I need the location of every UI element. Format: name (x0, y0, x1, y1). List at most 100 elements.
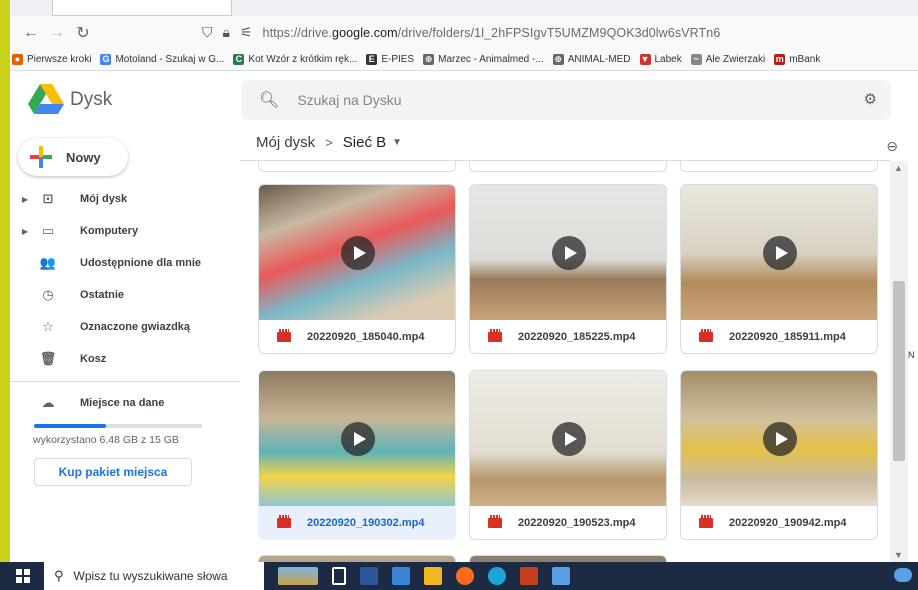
file-card[interactable]: 20220920_190302.mp4 (258, 370, 456, 540)
bookmark-item[interactable]: E E-PIES (366, 54, 414, 65)
video-file-icon (488, 515, 502, 528)
video-thumbnail[interactable] (681, 371, 877, 506)
chevron-right-icon: > (325, 135, 333, 150)
file-name-row[interactable]: 20220920_190302.mp4 (259, 506, 455, 539)
word-icon[interactable] (360, 567, 378, 585)
breadcrumb-root[interactable]: Mój dysk (256, 134, 315, 151)
filter-options-icon[interactable]: ⚙︎ (864, 90, 877, 108)
my-drive-icon: ⊡ (42, 191, 54, 206)
app-name[interactable]: Dysk (70, 89, 112, 111)
news-widget-icon[interactable] (278, 567, 318, 585)
search-icon[interactable]: 🔍︎ (259, 90, 279, 110)
chevron-down-icon[interactable]: ▼ (392, 137, 402, 148)
video-file-icon (699, 515, 713, 528)
file-name: 20220920_185911.mp4 (729, 331, 846, 343)
back-icon[interactable]: ← (20, 24, 42, 42)
play-icon[interactable] (763, 422, 797, 456)
file-name-row[interactable]: 20220920_185040.mp4 (259, 320, 455, 353)
bookmark-item[interactable]: ⊕ Marzec - Animalmed -... (423, 54, 544, 65)
file-card[interactable]: 20220920_185911.mp4 (680, 184, 878, 354)
file-name: 20220920_190942.mp4 (729, 517, 847, 529)
app-icon[interactable] (392, 567, 410, 585)
buy-storage-button[interactable]: Kup pakiet miejsca (34, 458, 192, 486)
scrollbar-thumb[interactable] (893, 281, 905, 461)
expand-arrow-icon[interactable]: ▶ (18, 195, 32, 204)
bookmark-item[interactable]: ▼ Labek (639, 54, 682, 65)
partial-card (680, 161, 878, 172)
photos-icon[interactable] (552, 567, 570, 585)
play-icon[interactable] (341, 236, 375, 270)
powerpoint-icon[interactable] (520, 567, 538, 585)
bookmark-icon: ⊕ (423, 54, 435, 65)
bookmark-item[interactable]: C Kot Wzór z krótkim ręk... (233, 54, 357, 65)
drive-header: Dysk 🔍︎ Szukaj na Dysku ⚙︎ (10, 72, 918, 132)
address-bar[interactable]: https://drive.google.com/drive/folders/1… (263, 26, 721, 40)
sidebar-item[interactable]: ▶ ▭ Komputery (10, 216, 240, 246)
computer-icon: ▭ (41, 223, 55, 238)
clock-icon: ◷ (42, 287, 54, 302)
breadcrumb-current[interactable]: Sieć B (343, 134, 386, 151)
sidebar-item-label: Udostępnione dla mnie (80, 257, 202, 269)
edge-icon[interactable] (488, 567, 506, 585)
reload-icon[interactable]: ↻ (72, 23, 94, 43)
sidebar-item[interactable]: ▶ ⊡ Mój dysk (10, 184, 240, 214)
file-name-row[interactable]: 20220920_185911.mp4 (681, 320, 877, 353)
file-card[interactable]: 20220920_185040.mp4 (258, 184, 456, 354)
scrollbar[interactable]: ▲ ▼ (890, 161, 908, 562)
firefox-icon[interactable] (456, 567, 474, 585)
bookmark-item[interactable]: ● Pierwsze kroki (12, 54, 91, 65)
bookmark-icon: ● (12, 54, 23, 65)
file-card[interactable]: 20220920_190942.mp4 (680, 370, 878, 540)
play-icon[interactable] (552, 422, 586, 456)
sidebar-item[interactable]: 👥 Udostępnione dla mnie (10, 248, 240, 278)
scroll-up-icon[interactable]: ▲ (894, 163, 903, 173)
video-thumbnail[interactable] (470, 185, 666, 320)
file-name: 20220920_185225.mp4 (518, 331, 636, 343)
task-view-icon[interactable] (332, 567, 346, 585)
new-button-label: Nowy (66, 149, 101, 165)
video-file-icon (488, 329, 502, 342)
video-thumbnail[interactable] (681, 185, 877, 320)
file-name-row[interactable]: 20220920_185225.mp4 (470, 320, 666, 353)
new-button[interactable]: Nowy (18, 138, 128, 176)
video-file-icon (699, 329, 713, 342)
forward-icon[interactable]: → (46, 24, 68, 42)
file-card[interactable]: 20220920_185225.mp4 (469, 184, 667, 354)
taskbar-search-input[interactable]: ⚲ Wpisz tu wyszukiwane słowa (44, 562, 264, 590)
drive-logo-icon[interactable] (28, 84, 64, 114)
browser-tab[interactable] (52, 0, 232, 16)
link-icon[interactable]: ⊖ (886, 138, 898, 155)
bookmark-item[interactable]: ⊕ ANIMAL-MED (552, 54, 631, 65)
expand-arrow-icon[interactable]: ▶ (18, 227, 32, 236)
video-thumbnail[interactable] (259, 371, 455, 506)
video-file-icon (277, 329, 291, 342)
url-prefix: https://drive. (262, 25, 333, 40)
search-input[interactable]: 🔍︎ Szukaj na Dysku ⚙︎ (241, 80, 891, 120)
sidebar-item[interactable]: ◷ Ostatnie (10, 280, 240, 310)
file-explorer-icon[interactable] (424, 567, 442, 585)
scroll-down-icon[interactable]: ▼ (894, 550, 903, 560)
lock-icon[interactable]: 🔒︎ (223, 24, 230, 41)
file-name-row[interactable]: 20220920_190523.mp4 (470, 506, 666, 539)
sidebar-item-storage[interactable]: ☁︎ Miejsce na dane (10, 388, 240, 418)
file-name-row[interactable]: 20220920_190942.mp4 (681, 506, 877, 539)
sidebar-item[interactable]: ☆ Oznaczone gwiazdką (10, 312, 240, 342)
bookmark-item[interactable]: G Motoland - Szukaj w G... (100, 54, 224, 65)
play-icon[interactable] (763, 236, 797, 270)
windows-start-icon[interactable] (16, 569, 30, 583)
bookmark-item[interactable]: m mBank (774, 54, 820, 65)
trash-icon: 🗑 (39, 351, 57, 366)
bookmark-item[interactable]: ~ Ale Zwierzaki (690, 54, 765, 65)
play-icon[interactable] (552, 236, 586, 270)
file-grid: 20220920_185040.mp4 20220920_185225.mp4 20… (247, 161, 887, 562)
bookmark-label: Kot Wzór z krótkim ręk... (248, 54, 358, 65)
sidebar-item[interactable]: 🗑 Kosz (10, 344, 240, 374)
permissions-icon[interactable]: ⚟ (240, 24, 253, 41)
onedrive-icon[interactable] (894, 568, 912, 582)
play-icon[interactable] (341, 422, 375, 456)
shield-icon[interactable]: ⛉ (202, 24, 213, 41)
video-thumbnail[interactable] (470, 371, 666, 506)
video-thumbnail[interactable] (259, 185, 455, 320)
cloud-icon: ☁︎ (41, 395, 55, 410)
file-card[interactable]: 20220920_190523.mp4 (469, 370, 667, 540)
